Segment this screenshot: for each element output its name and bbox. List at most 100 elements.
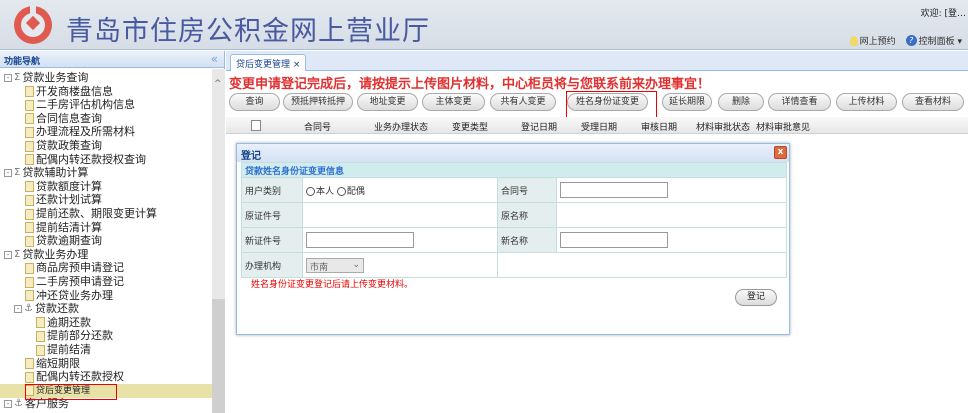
document-icon xyxy=(36,317,45,329)
org-label: 办理机构 xyxy=(241,252,303,278)
sidebar-item[interactable]: 贷款额度计算 xyxy=(25,180,102,194)
document-icon xyxy=(25,99,34,111)
scrollbar-thumb[interactable] xyxy=(212,299,225,413)
anchor-icon: ⚓ xyxy=(14,398,23,410)
toolbar-button[interactable]: 删除 xyxy=(718,93,764,111)
document-icon xyxy=(25,208,34,220)
document-icon xyxy=(25,154,34,166)
toolbar-button[interactable]: 共有人变更 xyxy=(490,93,556,111)
column-header[interactable]: 受理日期 xyxy=(581,120,617,133)
collapse-toggle-icon[interactable]: - xyxy=(4,400,12,409)
document-icon xyxy=(25,126,34,138)
document-icon xyxy=(25,113,34,125)
sidebar-item[interactable]: 配偶内转还款授权查询 xyxy=(25,153,146,167)
sidebar-item[interactable]: - Σ 贷款业务办理 xyxy=(4,248,88,262)
sidebar-item-label: 提前结清 xyxy=(47,343,91,356)
sidebar-scrollbar[interactable]: ^ xyxy=(212,69,225,413)
sidebar-item[interactable]: 配偶内转还款授权 xyxy=(25,370,124,384)
toolbar-button[interactable]: 查看材料 xyxy=(902,93,964,111)
sidebar-item[interactable]: - Σ 贷款辅助计算 xyxy=(4,166,88,180)
sidebar-item[interactable]: 合同信息查询 xyxy=(25,112,102,126)
select-all-checkbox[interactable] xyxy=(251,120,261,131)
toolbar-button[interactable]: 地址变更 xyxy=(357,93,418,111)
old-name-value xyxy=(556,202,787,228)
sidebar-item-label: 贷款辅助计算 xyxy=(22,166,89,180)
toolbar-button[interactable]: 详情查看 xyxy=(768,93,831,111)
sidebar-item-label: 商品房预申请登记 xyxy=(36,261,124,275)
sidebar-item[interactable]: 贷款政策查询 xyxy=(25,139,102,153)
org-select[interactable]: 市南 ⌄ xyxy=(306,257,364,273)
sidebar-item-label: 开发商楼盘信息 xyxy=(36,84,113,98)
toolbar-button[interactable]: 预抵押转抵押 xyxy=(283,93,353,111)
radio-label: 本人 xyxy=(316,186,335,197)
sidebar-item[interactable]: 二手房预申请登记 xyxy=(25,275,124,289)
submit-button[interactable]: 登记 xyxy=(735,289,777,306)
online-booking-link[interactable]: 网上预约 xyxy=(849,34,896,47)
sidebar-item[interactable]: 商品房预申请登记 xyxy=(25,261,124,275)
toolbar-button[interactable]: 上传材料 xyxy=(836,93,897,111)
sidebar-item-label: 办理流程及所需材料 xyxy=(36,125,135,139)
org-value: 市南 xyxy=(310,262,329,273)
sidebar-item[interactable]: 提前部分还款 xyxy=(36,329,113,343)
collapse-icon[interactable]: « xyxy=(211,52,218,66)
radio-label: 配偶 xyxy=(346,186,365,197)
sidebar-item[interactable]: 缩短期限 xyxy=(25,357,80,371)
control-panel-link[interactable]: ? 控制面板 ▾ xyxy=(905,34,962,47)
sidebar-item-label: 配偶内转还款授权查询 xyxy=(36,152,146,166)
document-icon xyxy=(25,276,34,288)
sidebar-item[interactable]: 冲还贷业务办理 xyxy=(25,289,113,303)
radio-spouse[interactable]: 配偶 xyxy=(336,186,365,197)
new-name-input[interactable] xyxy=(560,232,668,248)
sidebar-item[interactable]: - ⚓ 贷款还款 xyxy=(14,302,79,316)
document-icon xyxy=(25,262,34,274)
collapse-toggle-icon[interactable]: - xyxy=(4,169,12,178)
user-type-label: 用户类别 xyxy=(241,177,303,203)
notice-text: 变更申请登记完成后，请按提示上传图片材料，中心柜员将与您联系前来办理事宜！ xyxy=(229,77,711,92)
document-icon xyxy=(25,358,34,370)
toolbar-button[interactable]: 延长期限 xyxy=(662,93,712,111)
collapse-toggle-icon[interactable]: - xyxy=(14,305,22,314)
radio-self[interactable]: 本人 xyxy=(306,186,335,197)
anchor-icon: ⚓ xyxy=(24,303,33,315)
sidebar-item-label: 二手房评估机构信息 xyxy=(36,98,135,112)
sidebar-item-label: 提前还款、期限变更计算 xyxy=(36,207,157,220)
close-icon[interactable]: x xyxy=(774,146,787,159)
column-header[interactable]: 审核日期 xyxy=(641,120,677,133)
header: 青岛市住房公积金网上营业厅 欢迎: [登… 网上预约 ? 控制面板 ▾ xyxy=(0,0,968,50)
column-header[interactable]: 变更类型 xyxy=(452,120,488,133)
sidebar-item[interactable]: 贷款逾期查询 xyxy=(25,234,102,248)
sidebar-item[interactable]: 提前结清 xyxy=(36,343,91,357)
scroll-up-icon[interactable]: ^ xyxy=(214,79,222,89)
collapse-toggle-icon[interactable]: - xyxy=(4,250,12,259)
sidebar-item[interactable]: 办理流程及所需材料 xyxy=(25,125,135,139)
chevron-down-icon: ⌄ xyxy=(352,259,360,270)
sidebar-item[interactable]: 提前还款、期限变更计算 xyxy=(25,207,157,221)
column-header[interactable]: 材料审批意见 xyxy=(756,120,810,133)
toolbar-button[interactable]: 主体变更 xyxy=(422,93,485,111)
highlight-box xyxy=(25,384,117,400)
new-id-input[interactable] xyxy=(306,232,414,248)
sidebar-item[interactable]: 开发商楼盘信息 xyxy=(25,85,113,99)
column-header[interactable]: 合同号 xyxy=(304,120,331,133)
collapse-toggle-icon[interactable]: - xyxy=(4,74,12,82)
tab-loan-change-management[interactable]: 贷后变更管理 × xyxy=(230,54,307,71)
sidebar-item[interactable]: 还款计划试算 xyxy=(25,193,102,207)
column-header[interactable]: 登记日期 xyxy=(521,120,557,133)
sidebar-item-label: 还款计划试算 xyxy=(36,193,102,207)
sidebar-item[interactable]: 逾期还款 xyxy=(36,316,91,330)
document-icon xyxy=(25,140,34,152)
contract-input[interactable] xyxy=(560,182,668,198)
document-icon xyxy=(25,181,34,193)
column-header[interactable]: 材料审批状态 xyxy=(696,120,750,133)
new-name-label: 新名称 xyxy=(497,227,557,253)
toolbar-button[interactable]: 查询 xyxy=(229,93,280,111)
old-id-label: 原证件号 xyxy=(241,202,303,228)
help-icon: ? xyxy=(905,35,917,46)
sidebar-item[interactable]: - Σ 贷款业务查询 xyxy=(4,71,88,85)
form-table: 贷款姓名身份证变更信息 用户类别 本人 配偶 合同号 原证件号 原名称 新证件号… xyxy=(241,162,787,278)
sidebar-item[interactable]: 提前结清计算 xyxy=(25,221,102,235)
column-header[interactable]: 业务办理状态 xyxy=(374,120,428,133)
sidebar-item[interactable]: 二手房评估机构信息 xyxy=(25,98,135,112)
welcome-text: 欢迎: [登… xyxy=(920,9,966,19)
site-title: 青岛市住房公积金网上营业厅 xyxy=(66,16,430,47)
